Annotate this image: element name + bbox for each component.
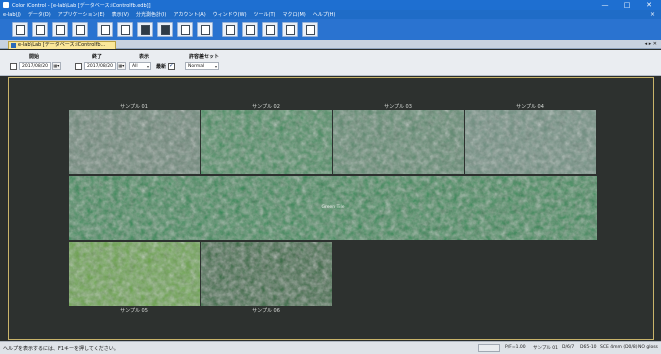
table-icon[interactable] (242, 22, 258, 37)
end-date-checkbox[interactable] (75, 62, 82, 70)
app-icon (3, 2, 9, 8)
document-tab-strip: e-lab\Lab [データベース:iControlfb... ◂ ▸ ✕ (0, 40, 661, 49)
sample-swatch-04[interactable] (465, 110, 596, 174)
scale-icon[interactable] (177, 22, 193, 37)
menu-spectrophotometer[interactable]: 分光測色計(I) (136, 11, 166, 18)
menu-elab[interactable]: e-lab(J) (3, 12, 21, 18)
status-blank-field (478, 344, 500, 352)
print-preview-icon[interactable] (72, 22, 88, 37)
open-doc-icon[interactable] (32, 22, 48, 37)
measure-icon[interactable] (157, 22, 173, 37)
sample-swatch-01[interactable] (69, 110, 200, 174)
display-control: All ▾ 最新 (129, 62, 177, 70)
end-calendar-icon[interactable]: ▦▾ (116, 62, 126, 70)
document-icon (11, 43, 16, 48)
window-title: Color iControl - [e-lab\Lab [データベース:iCon… (12, 2, 151, 9)
filter-panel: 開始 2017/08/20 ▦▾ 終了 2017/08/20 ▦▾ 表示 All… (0, 50, 661, 76)
display-select-value: All (132, 64, 138, 69)
tolerance-select[interactable]: Normal ▾ (185, 62, 219, 70)
maximize-button[interactable]: □ (618, 0, 636, 10)
status-illum: D/6/7 (562, 345, 575, 350)
end-label: 終了 (92, 54, 103, 60)
menu-view[interactable]: 表示(V) (112, 11, 129, 18)
sample-label-02: サンプル 02 (252, 104, 280, 110)
report-icon[interactable] (222, 22, 238, 37)
status-sce: SCE 4mm (D0/8) (600, 345, 638, 350)
menu-bar: e-lab(J) データ(D) アプリケーション(E) 表示(V) 分光測色計(… (0, 10, 661, 19)
status-bar: ヘルプを表示するには、F1キーを押してください。 P/F=1.00 サンプル 0… (0, 341, 661, 354)
mdi-close-icon[interactable]: × (650, 10, 655, 19)
status-gloss: NO gloss (638, 345, 658, 350)
tolerance-select-value: Normal (188, 64, 205, 69)
menu-application[interactable]: アプリケーション(E) (58, 11, 105, 18)
latest-checkbox[interactable] (168, 62, 176, 70)
sample-workspace: サンプル 01 サンプル 02 サンプル 03 サンプル 04 Green Ti… (8, 77, 654, 340)
tab-elab-document[interactable]: e-lab\Lab [データベース:iControlfb... (8, 41, 116, 49)
sample-swatch-03[interactable] (333, 110, 464, 174)
export-icon[interactable] (117, 22, 133, 37)
tab-controls[interactable]: ◂ ▸ ✕ (645, 40, 657, 49)
end-date-control: 2017/08/20 ▦▾ (75, 62, 126, 70)
chevron-down-icon: ▾ (146, 64, 149, 69)
menu-account[interactable]: アカウント(A) (173, 11, 205, 18)
menu-tools[interactable]: ツール(T) (254, 11, 276, 18)
start-label: 開始 (29, 54, 40, 60)
standard-label: Green Tile (321, 205, 345, 210)
sample-swatch-05[interactable] (69, 242, 200, 306)
start-date-field[interactable]: 2017/08/20 (19, 62, 51, 70)
status-help-text: ヘルプを表示するには、F1キーを押してください。 (3, 346, 119, 352)
menu-help[interactable]: ヘルプ(H) (313, 11, 336, 18)
menu-window[interactable]: ウィンドウ(W) (213, 11, 247, 18)
chevron-down-icon: ▾ (214, 64, 217, 69)
sample-swatch-06[interactable] (201, 242, 332, 306)
close-button[interactable]: ✕ (640, 0, 658, 10)
graph-icon[interactable] (282, 22, 298, 37)
window-icon[interactable] (302, 22, 318, 37)
status-d65: D65-10 (580, 345, 597, 350)
sample-label-03: サンプル 03 (384, 104, 412, 110)
tab-label: e-lab\Lab [データベース:iControlfb... (18, 42, 106, 48)
display-select[interactable]: All ▾ (129, 62, 151, 70)
sample-label-04: サンプル 04 (516, 104, 544, 110)
settings-icon[interactable] (262, 22, 278, 37)
tolerance-control: Normal ▾ (185, 62, 219, 70)
toolbar (0, 19, 661, 40)
minimize-button[interactable]: — (596, 0, 614, 10)
tolerance-label: 許容差セット (189, 54, 220, 60)
sample-label-06: サンプル 06 (252, 308, 280, 314)
compare-icon[interactable] (137, 22, 153, 37)
sample-swatch-02[interactable] (201, 110, 332, 174)
status-pf: P/F=1.00 (505, 345, 526, 350)
title-bar: Color iControl - [e-lab\Lab [データベース:iCon… (0, 0, 661, 10)
start-calendar-icon[interactable]: ▦▾ (51, 62, 61, 70)
display-label: 表示 (139, 54, 150, 60)
print-icon[interactable] (97, 22, 113, 37)
status-sample: サンプル 01 (533, 346, 559, 351)
start-date-control: 2017/08/20 ▦▾ (10, 62, 61, 70)
menu-data[interactable]: データ(D) (28, 11, 51, 18)
copy-doc-icon[interactable] (52, 22, 68, 37)
chart-icon[interactable] (197, 22, 213, 37)
menu-macro[interactable]: マクロ(M) (283, 11, 306, 18)
latest-label: 最新 (156, 63, 167, 70)
sample-label-05: サンプル 05 (120, 308, 148, 314)
sample-label-01: サンプル 01 (120, 104, 148, 110)
end-date-field[interactable]: 2017/08/20 (84, 62, 116, 70)
start-date-checkbox[interactable] (10, 62, 17, 70)
new-doc-icon[interactable] (12, 22, 28, 37)
